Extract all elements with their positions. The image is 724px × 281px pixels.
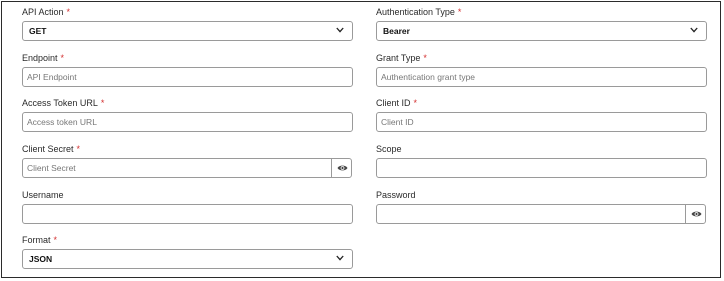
client-id-field: Client ID * [376,98,707,133]
client-id-label: Client ID * [376,98,418,108]
username-input-box [22,204,353,224]
username-field: Username [22,190,353,225]
endpoint-field: Endpoint * [22,53,353,88]
eye-icon [337,165,348,171]
client-secret-input-box [22,158,332,178]
show-client-secret-button[interactable] [331,158,352,178]
required-marker: * [76,144,81,154]
api-action-label: API Action * [22,7,71,17]
format-field: Format * JSON [22,235,353,270]
grant-type-input-box [376,67,707,87]
scope-input-box [376,158,707,178]
endpoint-label: Endpoint * [22,53,65,63]
required-marker: * [66,7,71,17]
api-action-field: API Action * GET [22,7,353,42]
endpoint-input-box [22,67,353,87]
required-marker: * [60,53,65,63]
scope-input[interactable] [377,159,706,177]
username-label: Username [22,190,64,200]
client-secret-label: Client Secret * [22,144,81,154]
access-token-url-input[interactable] [23,113,352,131]
format-label: Format * [22,235,58,245]
required-marker: * [53,235,58,245]
username-input[interactable] [23,205,352,223]
chevron-down-icon [336,27,344,33]
client-secret-field: Client Secret * [22,144,353,179]
scope-label: Scope [376,144,402,154]
grant-type-input[interactable] [377,68,706,86]
access-token-url-input-box [22,112,353,132]
password-field: Password [376,190,707,225]
client-secret-input[interactable] [23,159,331,177]
eye-icon [691,211,702,217]
password-label: Password [376,190,416,200]
scope-field: Scope [376,144,707,179]
required-marker: * [457,7,462,17]
show-password-button[interactable] [685,204,706,224]
format-value: JSON [29,254,53,264]
auth-type-select[interactable]: Bearer [376,21,707,41]
client-id-input-box [376,112,707,132]
auth-type-label: Authentication Type * [376,7,462,17]
required-marker: * [413,98,418,108]
grant-type-field: Grant Type * [376,53,707,88]
chevron-down-icon [690,27,698,33]
auth-type-value: Bearer [383,26,410,36]
required-marker: * [423,53,427,63]
api-action-select[interactable]: GET [22,21,353,41]
client-id-input[interactable] [377,113,706,131]
chevron-down-icon [336,255,344,261]
endpoint-input[interactable] [23,68,352,86]
password-input-box [376,204,686,224]
format-select[interactable]: JSON [22,249,353,269]
required-marker: * [100,98,105,108]
access-token-url-label: Access Token URL * [22,98,105,108]
api-action-value: GET [29,26,47,36]
access-token-url-field: Access Token URL * [22,98,353,133]
grant-type-label: Grant Type * [376,53,427,63]
auth-type-field: Authentication Type * Bearer [376,7,707,42]
password-input[interactable] [377,205,685,223]
